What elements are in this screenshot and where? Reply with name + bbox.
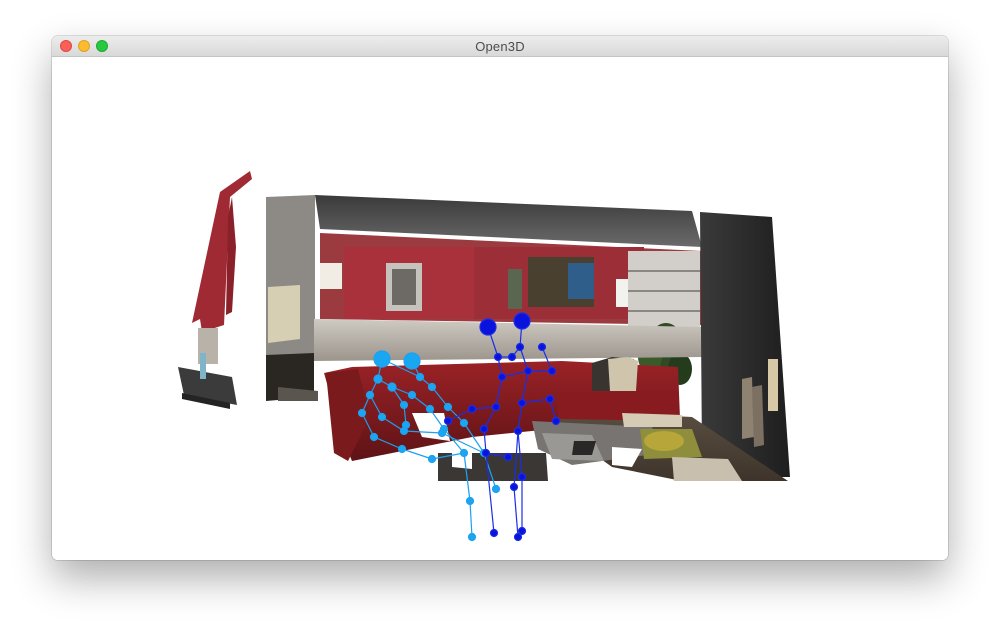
minimize-button[interactable] [78,40,90,52]
window-title: Open3D [475,38,525,54]
desktop: Open3D [0,0,1000,629]
3d-viewport[interactable] [52,57,948,560]
title-bar[interactable]: Open3D [52,36,948,57]
left-wall-fragment [178,171,252,409]
open3d-window: Open3D [52,36,948,560]
lamp-right [320,263,342,289]
right-wall-light [768,359,778,411]
lamp-shade-left [268,285,300,343]
maximize-button[interactable] [96,40,108,52]
close-button[interactable] [60,40,72,52]
floor-lamp-light [616,279,630,307]
scene-canvas[interactable] [52,57,948,560]
